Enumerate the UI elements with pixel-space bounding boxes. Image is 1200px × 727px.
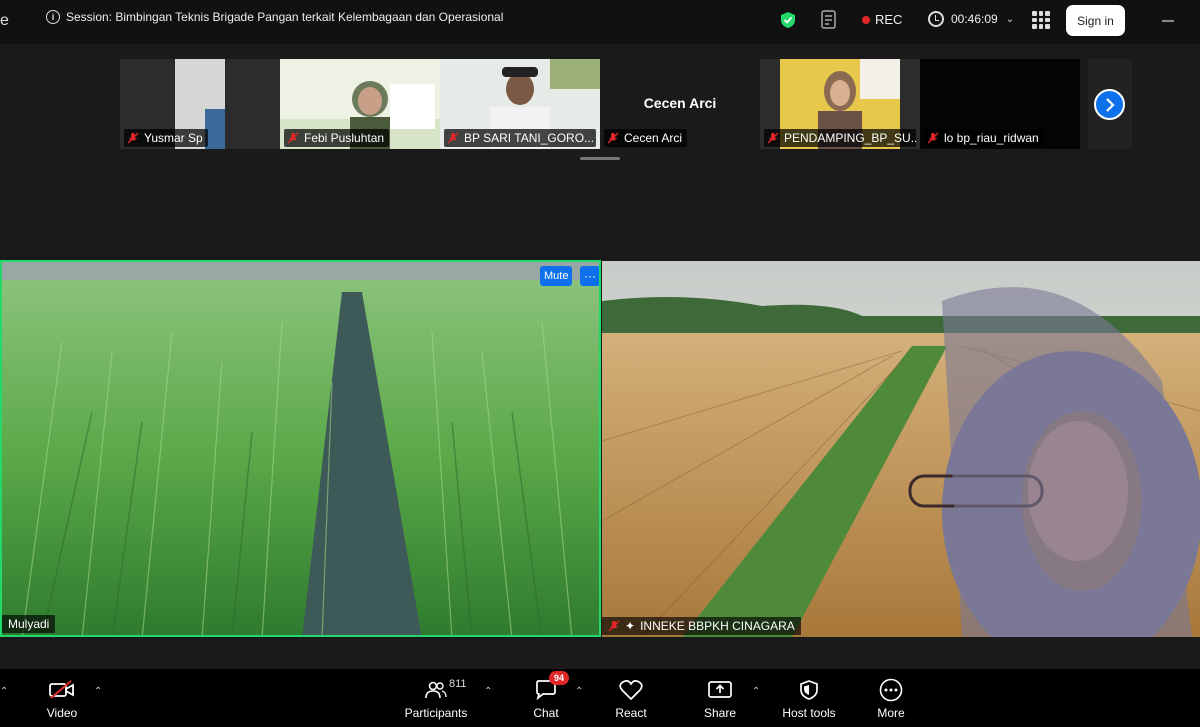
meeting-toolbar: ⌃ Video ⌃ 811 Participants ⌃ 94 Chat ⌃ R…: [0, 669, 1200, 727]
participants-label: Participants: [404, 706, 468, 720]
react-label: React: [615, 706, 647, 720]
host-tools-label: Host tools: [782, 706, 836, 720]
participant-name: Febi Pusluhtan: [304, 131, 385, 145]
participant-label: BP SARI TANI_GORO...: [444, 129, 596, 147]
chevron-up-icon[interactable]: ⌃: [94, 686, 102, 697]
chat-button[interactable]: 94 Chat: [526, 669, 569, 727]
video-name-label: Mulyadi: [2, 615, 56, 633]
participant-label: Cecen Arci: [604, 129, 688, 147]
participant-display-name: Cecen Arci: [643, 95, 717, 111]
rec-label: REC: [875, 12, 903, 27]
strip-resize-handle[interactable]: [580, 157, 620, 160]
elapsed-time: 00:46:09: [951, 12, 998, 26]
chat-label: Chat: [533, 706, 559, 720]
rice-field-background: [2, 262, 599, 635]
mic-muted-icon: [127, 132, 139, 144]
share-button[interactable]: Share: [700, 669, 740, 727]
record-dot-icon: [862, 15, 870, 24]
participant-strip: Yusmar Sp Febi Pusluhtan BP SARI TANI_GO…: [120, 59, 1132, 149]
minimize-icon[interactable]: [1162, 20, 1174, 22]
participant-name: BP SARI TANI_GORO...: [464, 131, 595, 145]
chat-unread-badge: 94: [549, 671, 569, 685]
mic-muted-icon: [607, 132, 619, 144]
mic-muted-icon: [767, 132, 779, 144]
participant-label: PENDAMPING_BP_SU...: [764, 129, 916, 147]
mute-participant-button[interactable]: Mute: [540, 266, 573, 286]
sign-in-button[interactable]: Sign in: [1066, 5, 1125, 36]
participant-name: Mulyadi: [8, 617, 50, 631]
chevron-down-icon: ⌄: [1005, 13, 1015, 25]
chevron-up-icon[interactable]: ⌃: [752, 686, 760, 697]
share-screen-icon: [708, 681, 732, 698]
more-dots-icon: [879, 678, 903, 702]
chevron-up-icon[interactable]: ⌃: [484, 686, 492, 697]
participant-tile[interactable]: Yusmar Sp: [120, 59, 280, 149]
participant-label: Febi Pusluhtan: [284, 129, 390, 147]
captions-doc-icon[interactable]: [820, 10, 838, 30]
info-icon: i: [46, 10, 60, 24]
participant-name: lo bp_riau_ridwan: [944, 131, 1039, 145]
more-button[interactable]: More: [872, 669, 910, 727]
session-title: Session: Bimbingan Teknis Brigade Pangan…: [66, 10, 504, 24]
more-options-button[interactable]: ···: [580, 266, 599, 286]
video-tile[interactable]: ✦ INNEKE BBPKH CINAGARA: [602, 261, 1200, 637]
participant-tile[interactable]: PENDAMPING_BP_SU...: [760, 59, 920, 149]
participant-name: INNEKE BBPKH CINAGARA: [640, 619, 795, 633]
recording-indicator[interactable]: REC: [862, 12, 902, 27]
participant-name: PENDAMPING_BP_SU...: [784, 131, 916, 145]
participant-name: Cecen Arci: [624, 131, 683, 145]
participant-label: lo bp_riau_ridwan: [924, 129, 1044, 147]
chevron-right-icon: [1105, 97, 1115, 112]
participant-label: Yusmar Sp: [124, 129, 208, 147]
host-tools-button[interactable]: Host tools: [778, 669, 840, 727]
participants-button[interactable]: 811 Participants: [400, 669, 472, 727]
video-tile-active-speaker[interactable]: Mute ··· Mulyadi: [0, 260, 601, 637]
participant-tile[interactable]: Febi Pusluhtan: [280, 59, 440, 149]
participant-tile[interactable]: Cecen Arci Cecen Arci: [600, 59, 760, 149]
mic-muted-icon: [287, 132, 299, 144]
video-name-label: ✦ INNEKE BBPKH CINAGARA: [602, 617, 801, 635]
app-title-fragment: e: [0, 12, 9, 29]
session-info[interactable]: i Session: Bimbingan Teknis Brigade Pang…: [46, 10, 503, 24]
participant-name: Yusmar Sp: [144, 131, 203, 145]
more-label: More: [877, 706, 905, 720]
host-shield-icon: [800, 680, 818, 700]
encryption-shield-icon[interactable]: [780, 11, 796, 29]
participant-tile[interactable]: BP SARI TANI_GORO...: [440, 59, 600, 149]
wheat-field-background: [602, 261, 1200, 637]
chevron-up-icon[interactable]: ⌃: [575, 686, 583, 697]
mic-muted-icon: [608, 620, 620, 632]
video-toggle-button[interactable]: Video: [40, 669, 84, 727]
mic-muted-icon: [447, 132, 459, 144]
video-label: Video: [46, 706, 78, 720]
heart-icon: [619, 680, 643, 700]
clock-icon: [928, 11, 944, 27]
video-off-icon: [49, 680, 74, 699]
pin-icon: ✦: [625, 619, 636, 633]
participants-count: 811: [449, 678, 467, 690]
share-label: Share: [703, 706, 737, 720]
meeting-timer[interactable]: 00:46:09 ⌄: [928, 11, 1014, 27]
react-button[interactable]: React: [610, 669, 652, 727]
chevron-up-icon[interactable]: ⌃: [0, 686, 8, 697]
view-grid-icon[interactable]: [1032, 11, 1050, 29]
participants-icon: [425, 681, 447, 699]
participant-tile[interactable]: lo bp_riau_ridwan: [920, 59, 1080, 149]
mic-muted-icon: [927, 132, 939, 144]
top-bar: e i Session: Bimbingan Teknis Brigade Pa…: [0, 0, 1200, 44]
next-page-button[interactable]: [1094, 89, 1125, 120]
